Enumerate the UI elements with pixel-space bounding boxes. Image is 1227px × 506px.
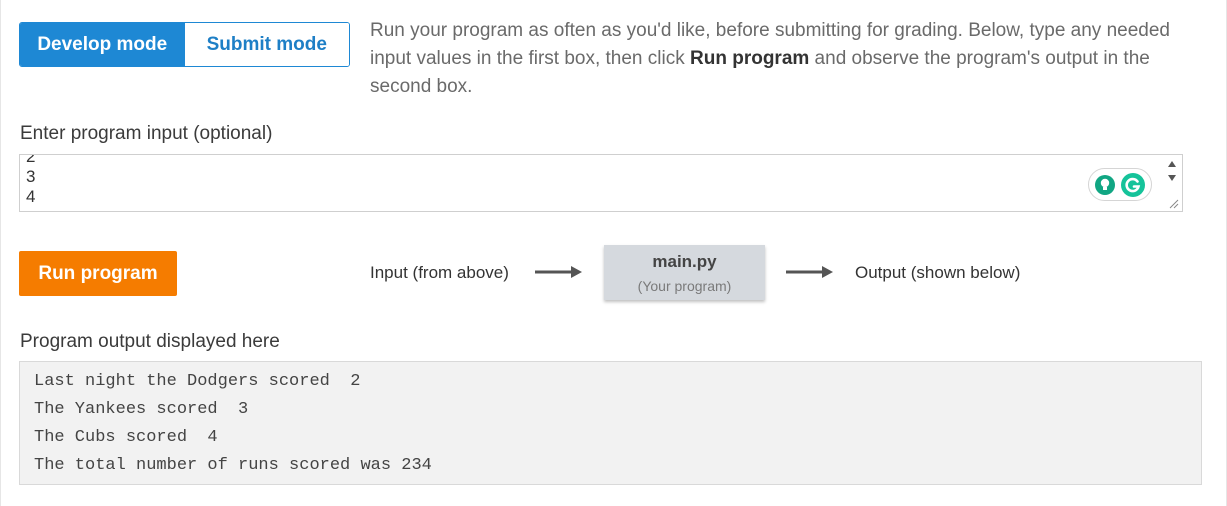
resize-grip-icon[interactable]: [1167, 197, 1179, 209]
program-box: main.py (Your program): [604, 245, 765, 300]
output-line: Last night the Dodgers scored 2: [34, 372, 361, 391]
program-input-textarea[interactable]: 2 3 4: [19, 154, 1183, 212]
output-label: Program output displayed here: [20, 331, 280, 352]
program-output-box: Last night the Dodgers scored 2 The Yank…: [19, 361, 1202, 485]
run-program-button[interactable]: Run program: [19, 251, 177, 296]
input-line: 4: [26, 187, 36, 206]
instructions-text: Run your program as often as you'd like,…: [370, 17, 1210, 101]
input-lines: 2 3 4: [26, 154, 36, 207]
output-line: The Yankees scored 3: [34, 400, 249, 419]
output-line: The Cubs scored 4: [34, 428, 218, 447]
program-subtitle: (Your program): [637, 278, 732, 294]
program-title: main.py: [652, 252, 717, 271]
submit-mode-button[interactable]: Submit mode: [184, 23, 349, 66]
right-arrow-icon: [786, 266, 833, 278]
grammarly-icon[interactable]: [1121, 172, 1145, 197]
right-arrow-icon: [535, 266, 582, 278]
scroll-up-icon[interactable]: [1168, 161, 1176, 167]
grammarly-widget[interactable]: [1088, 168, 1152, 201]
input-line: 2: [26, 154, 36, 166]
lightbulb-icon[interactable]: [1095, 174, 1115, 195]
app-frame: Develop mode Submit mode Run your progra…: [0, 0, 1227, 506]
develop-mode-button[interactable]: Develop mode: [20, 23, 185, 66]
instructions-bold: Run program: [690, 48, 810, 69]
scroll-down-icon[interactable]: [1168, 175, 1176, 181]
output-line: The total number of runs scored was 234: [34, 456, 432, 475]
input-line: 3: [26, 167, 36, 186]
mode-toggle: Develop mode Submit mode: [19, 22, 350, 67]
flow-input-text: Input (from above): [370, 263, 509, 282]
flow-output-text: Output (shown below): [855, 263, 1021, 282]
input-label: Enter program input (optional): [20, 123, 273, 144]
